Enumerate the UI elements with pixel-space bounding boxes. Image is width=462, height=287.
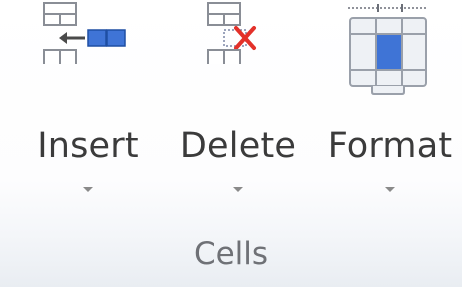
format-label: Format [327, 126, 453, 166]
format-dropdown-arrow-icon[interactable] [385, 187, 395, 192]
insert-dropdown-arrow-icon[interactable] [83, 187, 93, 192]
delete-label: Delete [179, 126, 297, 166]
insert-label: Insert [37, 126, 139, 166]
group-label: Cells [193, 236, 269, 272]
insert-cells-icon [40, 0, 136, 68]
ribbon-group-cells: Insert Delete Format Cells [0, 0, 462, 287]
delete-dropdown-arrow-icon[interactable] [233, 187, 243, 192]
format-cells-icon [342, 0, 434, 100]
delete-cells-icon [206, 0, 276, 68]
